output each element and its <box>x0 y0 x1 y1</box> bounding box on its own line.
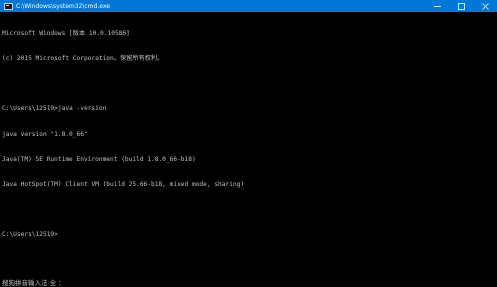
cmd-icon <box>4 2 13 10</box>
window-controls <box>425 0 497 12</box>
close-icon <box>481 2 489 10</box>
console-line: Java(TM) SE Runtime Environment (build 1… <box>2 155 196 163</box>
command-prompt[interactable]: C:\Users\12519> <box>2 231 482 239</box>
window-title: C:\Windows\system32\cmd.exe <box>16 2 110 10</box>
vertical-scrollbar[interactable] <box>488 12 497 287</box>
minimize-icon <box>433 5 441 7</box>
console-output[interactable]: Microsoft Windows [版本 10.0.10586] (c) 20… <box>2 13 482 257</box>
console-line: (c) 2015 Microsoft Corporation。保留所有权利。 <box>2 55 164 63</box>
cmd-window: C:\Windows\system32\cmd.exe Microsoft Wi… <box>0 0 497 287</box>
maximize-button[interactable] <box>449 0 473 12</box>
minimize-button[interactable] <box>425 0 449 12</box>
console-line: java version "1.8.0_66" <box>2 130 88 138</box>
close-button[interactable] <box>473 0 497 12</box>
ime-status-bar[interactable]: 搜狗拼音输入法 全 ： <box>2 277 65 287</box>
console-line: Microsoft Windows [版本 10.0.10586] <box>2 29 130 37</box>
maximize-icon <box>457 2 465 10</box>
console-line: C:\Users\12519>java -version <box>2 105 107 113</box>
title-bar[interactable]: C:\Windows\system32\cmd.exe <box>0 0 497 12</box>
console-line: Java HotSpot(TM) Client VM (build 25.66-… <box>2 181 245 189</box>
